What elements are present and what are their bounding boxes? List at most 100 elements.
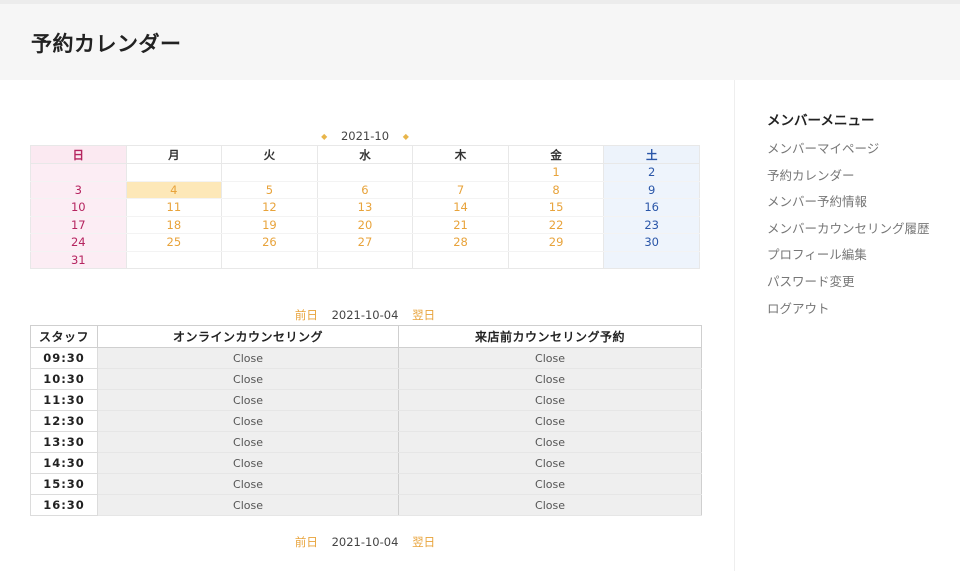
calendar-day-cell[interactable]: 8	[507, 181, 605, 199]
calendar-day-cell[interactable]: 9	[603, 181, 700, 199]
sidebar-item-reservation-info[interactable]: メンバー予約情報	[767, 192, 957, 219]
calendar-day-cell[interactable]: 12	[221, 198, 318, 217]
calendar-day-cell[interactable]: 30	[603, 233, 700, 252]
calendar-day-cell[interactable]: 16	[603, 198, 700, 217]
weekday-header-row: 日月火水木金土	[30, 145, 700, 164]
top-header: 予約カレンダー	[0, 0, 960, 80]
calendar-day-cell[interactable]: 31	[30, 251, 127, 269]
in-store-counseling-slot: Close	[398, 473, 702, 495]
sidebar-item-profile-edit[interactable]: プロフィール編集	[767, 245, 957, 272]
calendar-week-row: 12	[30, 163, 700, 182]
online-counseling-slot: Close	[97, 431, 399, 453]
calendar-day-cell[interactable]: 15	[507, 198, 605, 217]
calendar-day-cell[interactable]: 7	[412, 181, 509, 199]
member-menu-title: メンバーメニュー	[767, 113, 875, 129]
time-slot-label: 16:30	[30, 494, 98, 516]
page-title: 予約カレンダー	[31, 32, 182, 56]
calendar-day-cell[interactable]: 3	[30, 181, 127, 199]
in-store-counseling-slot: Close	[398, 494, 702, 516]
calendar-week-row: 31	[30, 251, 700, 269]
weekday-header: 金	[507, 145, 605, 164]
schedule-table: スタッフ オンラインカウンセリング 来店前カウンセリング予約 09:30 Clos…	[30, 325, 702, 516]
column-header-online-counseling: オンラインカウンセリング	[97, 325, 399, 348]
schedule-row: 14:30 Close Close	[30, 452, 702, 474]
calendar-empty-cell	[316, 163, 414, 182]
calendar-day-cell[interactable]: 1	[507, 163, 605, 182]
calendar-day-cell[interactable]: 28	[412, 233, 509, 252]
calendar-day-cell[interactable]: 19	[221, 216, 318, 234]
calendar-day-cell[interactable]: 27	[316, 233, 414, 252]
calendar-day-cell[interactable]: 4	[125, 181, 223, 199]
calendar-week-row: 3456789	[30, 181, 700, 199]
calendar-day-cell[interactable]: 6	[316, 181, 414, 199]
in-store-counseling-slot: Close	[398, 389, 702, 411]
schedule-row: 15:30 Close Close	[30, 473, 702, 495]
time-slot-label: 12:30	[30, 410, 98, 432]
time-slot-label: 10:30	[30, 368, 98, 390]
calendar-day-cell[interactable]: 23	[603, 216, 700, 234]
calendar-day-cell[interactable]: 14	[412, 198, 509, 217]
calendar-empty-cell	[125, 251, 223, 269]
weekday-header: 火	[221, 145, 318, 164]
next-month-icon[interactable]: ◆	[403, 129, 409, 145]
calendar-day-cell[interactable]: 20	[316, 216, 414, 234]
sidebar-item-password-change[interactable]: パスワード変更	[767, 272, 957, 299]
calendar-day-cell[interactable]: 18	[125, 216, 223, 234]
calendar-day-cell[interactable]: 10	[30, 198, 127, 217]
online-counseling-slot: Close	[97, 410, 399, 432]
sidebar-item-counseling-history[interactable]: メンバーカウンセリング履歴	[767, 219, 957, 246]
schedule-row: 13:30 Close Close	[30, 431, 702, 453]
time-slot-label: 13:30	[30, 431, 98, 453]
calendar-day-cell[interactable]: 26	[221, 233, 318, 252]
calendar-week-row: 24 25 26 27 28 29 30	[30, 233, 700, 252]
calendar-day-cell[interactable]: 21	[412, 216, 509, 234]
in-store-counseling-slot: Close	[398, 368, 702, 390]
weekday-header: 水	[316, 145, 414, 164]
in-store-counseling-slot: Close	[398, 431, 702, 453]
sidebar-item-mypage[interactable]: メンバーマイページ	[767, 139, 957, 166]
online-counseling-slot: Close	[97, 347, 399, 369]
calendar-day-cell[interactable]: 11	[125, 198, 223, 217]
calendar-day-cell[interactable]: 2	[603, 163, 700, 182]
time-slot-label: 14:30	[30, 452, 98, 474]
month-calendar: 日月火水木金土 1 2 3 4 5 6 7 8 9 10 11 12 13 14 15 16 17 18 19 20 2…	[30, 145, 700, 269]
calendar-day-cell[interactable]: 24	[30, 233, 127, 252]
column-header-in-store-counseling: 来店前カウンセリング予約	[398, 325, 702, 348]
schedule-header-row: スタッフ オンラインカウンセリング 来店前カウンセリング予約	[30, 325, 702, 348]
calendar-day-cell[interactable]: 5	[221, 181, 318, 199]
day-nav-bottom: 前日 2021-10-04 翌日	[30, 534, 700, 550]
weekday-header: 日	[30, 145, 127, 164]
time-slot-label: 15:30	[30, 473, 98, 495]
in-store-counseling-slot: Close	[398, 347, 702, 369]
schedule-row: 11:30 Close Close	[30, 389, 702, 411]
calendar-empty-cell	[412, 251, 509, 269]
calendar-day-cell[interactable]: 25	[125, 233, 223, 252]
calendar-empty-cell	[221, 163, 318, 182]
day-nav-top: 前日 2021-10-04 翌日	[30, 307, 700, 323]
prev-month-icon[interactable]: ◆	[321, 129, 327, 145]
member-menu: メンバーメニュー メンバーマイページ 予約カレンダー メンバー予約情報 メンバー…	[767, 111, 957, 325]
schedule-row: 09:30 Close Close	[30, 347, 702, 369]
in-store-counseling-slot: Close	[398, 410, 702, 432]
sidebar-item-logout[interactable]: ログアウト	[767, 299, 957, 326]
calendar-day-cell[interactable]: 22	[507, 216, 605, 234]
online-counseling-slot: Close	[97, 452, 399, 474]
calendar-month-nav: ◆ 2021-10 ◆	[30, 128, 700, 144]
calendar-empty-cell	[30, 163, 127, 182]
prev-day-link[interactable]: 前日	[295, 308, 318, 322]
prev-day-link[interactable]: 前日	[295, 535, 318, 549]
calendar-week-row: 17 18 19 20 21 22 23	[30, 216, 700, 234]
schedule-row: 12:30 Close Close	[30, 410, 702, 432]
next-day-link[interactable]: 翌日	[412, 535, 435, 549]
next-day-link[interactable]: 翌日	[412, 308, 435, 322]
calendar-month-label: 2021-10	[340, 129, 390, 143]
calendar-empty-cell	[125, 163, 223, 182]
sidebar-item-reservation-calendar[interactable]: 予約カレンダー	[767, 166, 957, 193]
calendar-empty-cell	[507, 251, 605, 269]
selected-date: 2021-10-04	[331, 308, 399, 322]
calendar-day-cell[interactable]: 29	[507, 233, 605, 252]
schedule-row: 10:30 Close Close	[30, 368, 702, 390]
in-store-counseling-slot: Close	[398, 452, 702, 474]
calendar-day-cell[interactable]: 13	[316, 198, 414, 217]
calendar-day-cell[interactable]: 17	[30, 216, 127, 234]
